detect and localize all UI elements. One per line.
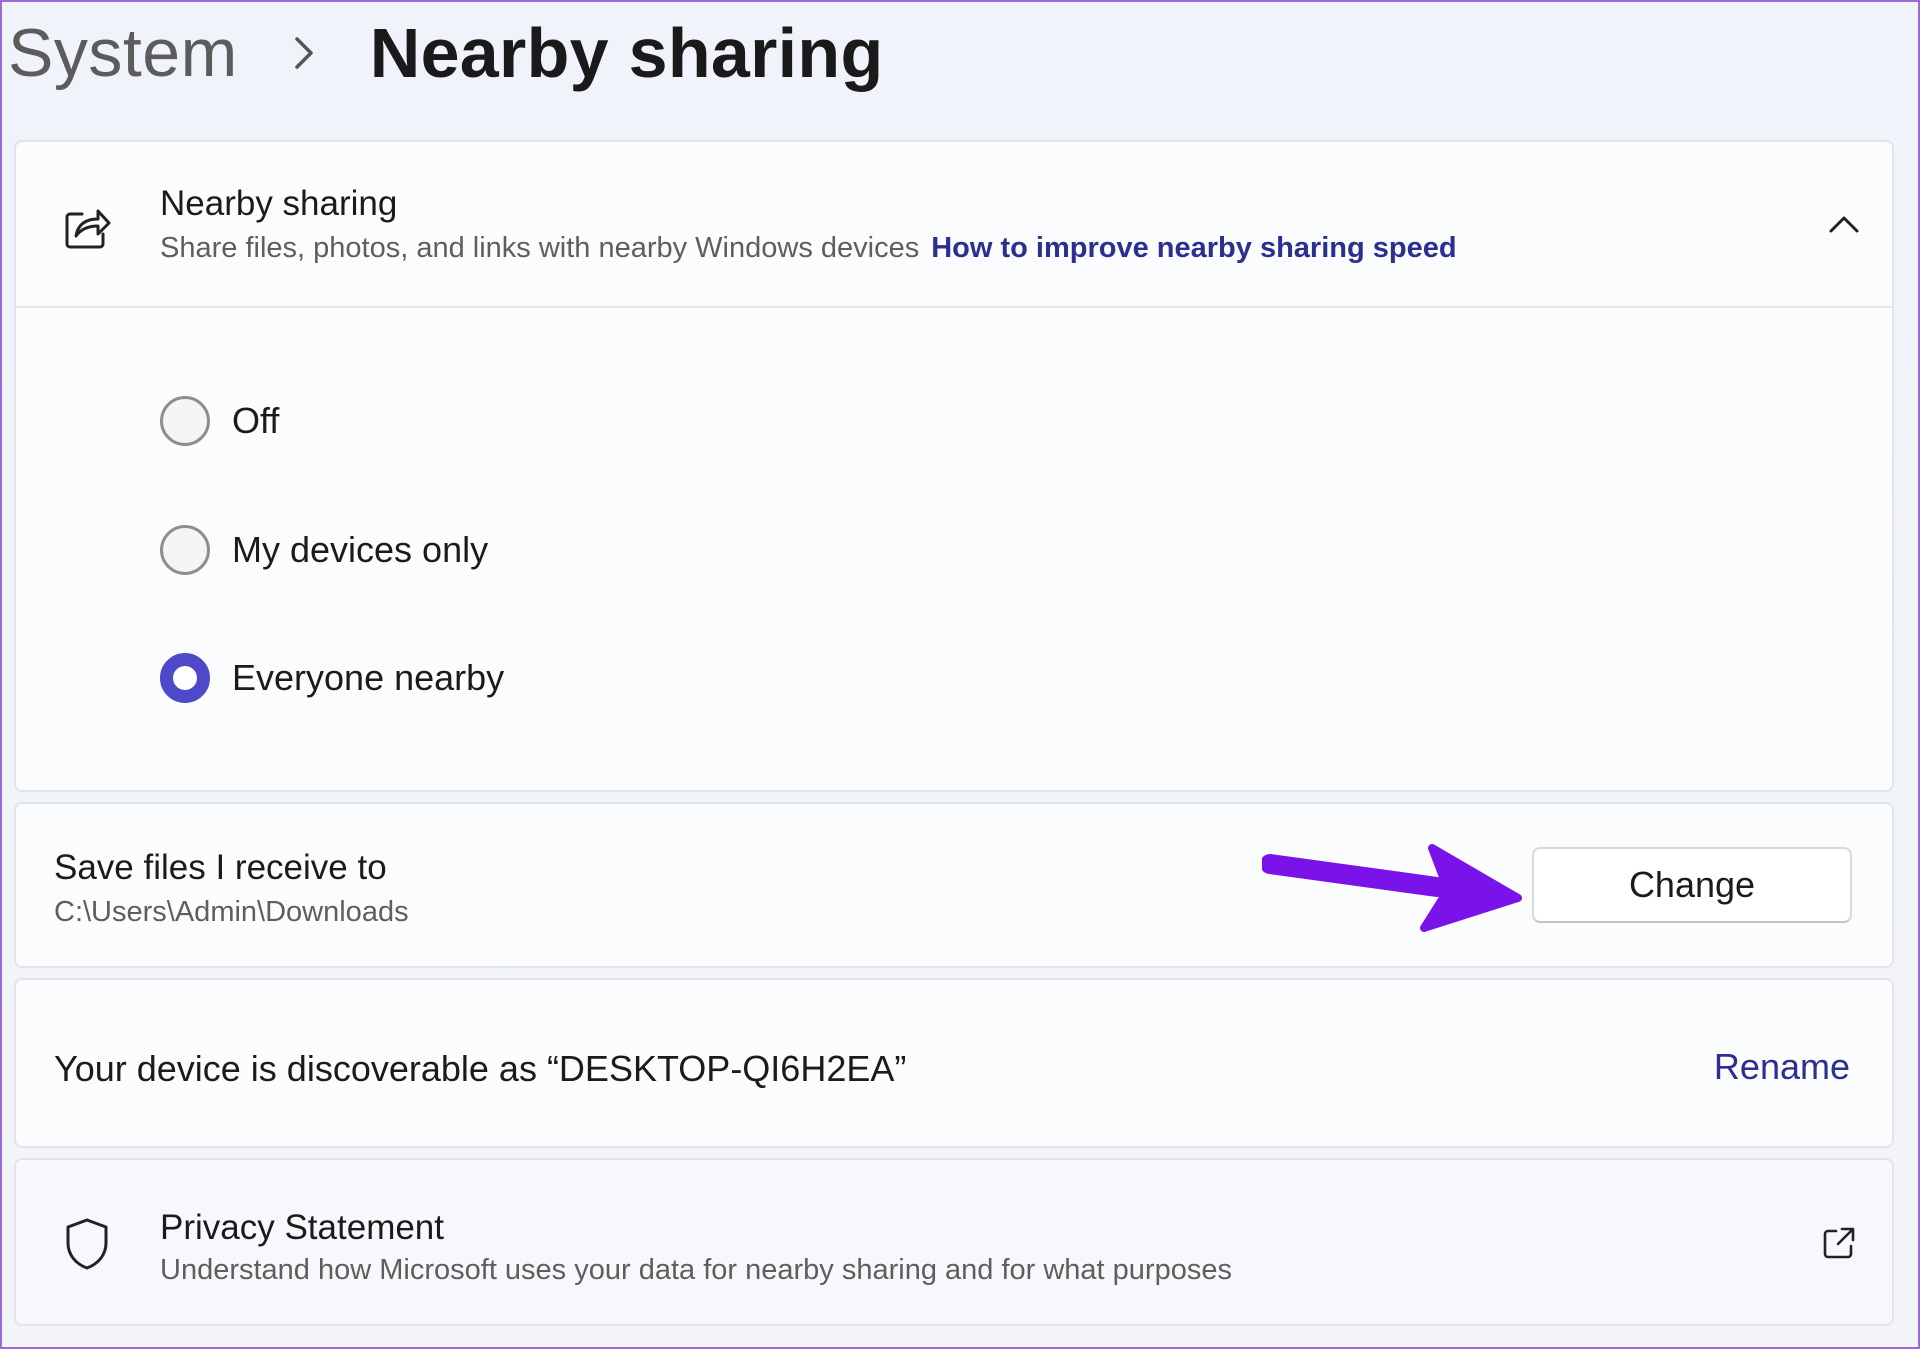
breadcrumb: System Nearby sharing [8,8,884,98]
save-location-title: Save files I receive to [54,848,387,887]
change-button[interactable]: Change [1532,847,1852,923]
improve-speed-link[interactable]: How to improve nearby sharing speed [931,232,1456,264]
page-title: Nearby sharing [369,14,884,92]
shield-icon [60,1216,114,1272]
device-name-card: Your device is discoverable as “DESKTOP-… [14,978,1894,1148]
radio-option-my-devices[interactable]: My devices only [160,525,488,575]
radio-button[interactable] [160,525,210,575]
nearby-sharing-title: Nearby sharing [160,184,398,223]
radio-button-selected[interactable] [160,653,210,703]
save-location-path: C:\Users\Admin\Downloads [54,896,409,928]
chevron-up-icon[interactable] [1822,206,1866,242]
nearby-sharing-card: Nearby sharing Share files, photos, and … [14,140,1894,792]
chevron-right-icon [284,33,324,73]
rename-link[interactable]: Rename [1714,1046,1850,1088]
device-discoverable-text: Your device is discoverable as “DESKTOP-… [54,1048,907,1089]
privacy-subtitle: Understand how Microsoft uses your data … [160,1254,1232,1286]
nearby-sharing-subtitle: Share files, photos, and links with near… [160,232,1457,265]
nearby-sharing-header[interactable]: Nearby sharing Share files, photos, and … [16,142,1892,308]
breadcrumb-system[interactable]: System [8,14,238,92]
radio-option-off[interactable]: Off [160,396,279,446]
radio-button[interactable] [160,396,210,446]
privacy-statement-card[interactable]: Privacy Statement Understand how Microso… [14,1158,1894,1326]
radio-label: Everyone nearby [232,657,505,698]
arrow-pointer-icon [1262,844,1522,932]
radio-label: Off [232,400,280,441]
settings-window: System Nearby sharing Nearby sharing Sha… [0,0,1920,1349]
external-link-icon[interactable] [1816,1220,1862,1266]
radio-option-everyone[interactable]: Everyone nearby [160,653,504,703]
share-icon [60,200,114,254]
nearby-sharing-description: Share files, photos, and links with near… [160,232,920,264]
privacy-title: Privacy Statement [160,1208,444,1247]
save-location-card: Save files I receive to C:\Users\Admin\D… [14,802,1894,968]
radio-label: My devices only [232,529,489,570]
